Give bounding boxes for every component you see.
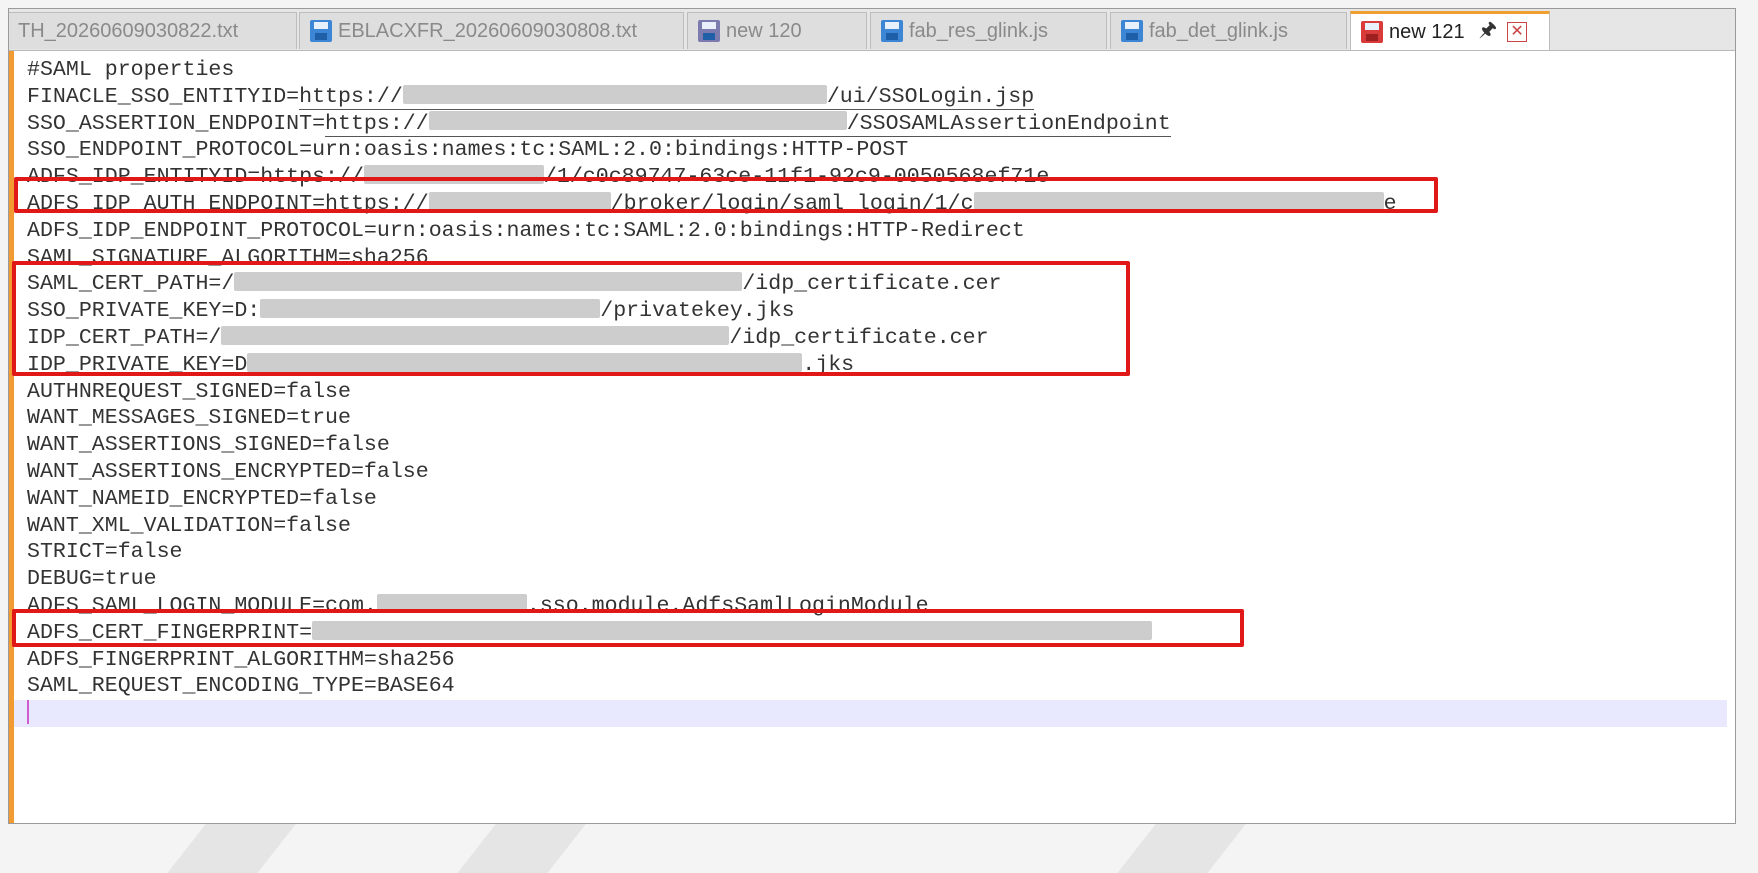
tab-new-120[interactable]: new 120	[687, 12, 867, 49]
tab-label: new 120	[726, 19, 802, 42]
tab-label: EBLACXFR_20260609030808.txt	[338, 19, 638, 42]
editor-window: TH_20260609030822.txt EBLACXFR_202606090…	[8, 8, 1736, 824]
code-line: STRICT=false	[27, 540, 183, 565]
url-link[interactable]: https:///SSOSAMLAssertionEndpoint	[325, 111, 1171, 137]
save-icon	[1361, 21, 1383, 43]
highlight-box-auth-endpoint	[14, 177, 1438, 213]
code-line: ADFS_FINGERPRINT_ALGORITHM=sha256	[27, 647, 455, 672]
code-line: WANT_NAMEID_ENCRYPTED=false	[27, 486, 377, 511]
current-line[interactable]	[14, 700, 1727, 727]
tab-label: fab_det_glink.js	[1149, 19, 1288, 42]
save-icon	[310, 20, 332, 42]
code-line: SSO_ENDPOINT_PROTOCOL=urn:oasis:names:tc…	[27, 138, 909, 163]
tab-label: new 121	[1389, 20, 1465, 43]
save-icon	[1121, 20, 1143, 42]
highlight-box-cert-paths	[12, 261, 1130, 376]
code-line: #SAML properties	[27, 58, 235, 82]
tab-fab-res-glink[interactable]: fab_res_glink.js	[870, 12, 1107, 49]
code-line: WANT_MESSAGES_SIGNED=true	[27, 406, 351, 431]
tab-label: TH_20260609030822.txt	[18, 19, 239, 42]
tab-eblacxfr-txt[interactable]: EBLACXFR_20260609030808.txt	[299, 12, 684, 49]
code-line: FINACLE_SSO_ENTITYID=https:///ui/SSOLogi…	[27, 84, 1035, 110]
code-line: SAML_REQUEST_ENCODING_TYPE=BASE64	[27, 674, 455, 699]
text-caret	[27, 700, 29, 725]
tab-bar: TH_20260609030822.txt EBLACXFR_202606090…	[9, 9, 1735, 51]
save-icon	[881, 20, 903, 42]
code-line: AUTHNREQUEST_SIGNED=false	[27, 379, 351, 404]
tab-new-121[interactable]: new 121 🖈︎ ✕	[1350, 11, 1550, 50]
tab-th-txt[interactable]: TH_20260609030822.txt	[9, 12, 297, 49]
save-icon	[698, 20, 720, 42]
highlight-box-fingerprint	[12, 609, 1244, 647]
code-line: ADFS_IDP_ENDPOINT_PROTOCOL=urn:oasis:nam…	[27, 218, 1025, 243]
close-icon[interactable]: ✕	[1507, 22, 1528, 42]
tab-label: fab_res_glink.js	[909, 19, 1048, 42]
pin-icon[interactable]: 🖈︎	[1479, 15, 1498, 49]
redacted-text	[402, 84, 827, 104]
code-line: WANT_XML_VALIDATION=false	[27, 513, 351, 538]
redacted-text	[428, 111, 847, 131]
url-link[interactable]: https:///ui/SSOLogin.jsp	[299, 84, 1035, 110]
text-editor[interactable]: #SAML properties FINACLE_SSO_ENTITYID=ht…	[9, 51, 1735, 823]
code-line: DEBUG=true	[27, 567, 157, 592]
code-line: WANT_ASSERTIONS_ENCRYPTED=false	[27, 459, 429, 484]
code-line: SSO_ASSERTION_ENDPOINT=https:///SSOSAMLA…	[27, 111, 1171, 137]
tab-fab-det-glink[interactable]: fab_det_glink.js	[1110, 12, 1347, 49]
code-line: WANT_ASSERTIONS_SIGNED=false	[27, 433, 390, 458]
